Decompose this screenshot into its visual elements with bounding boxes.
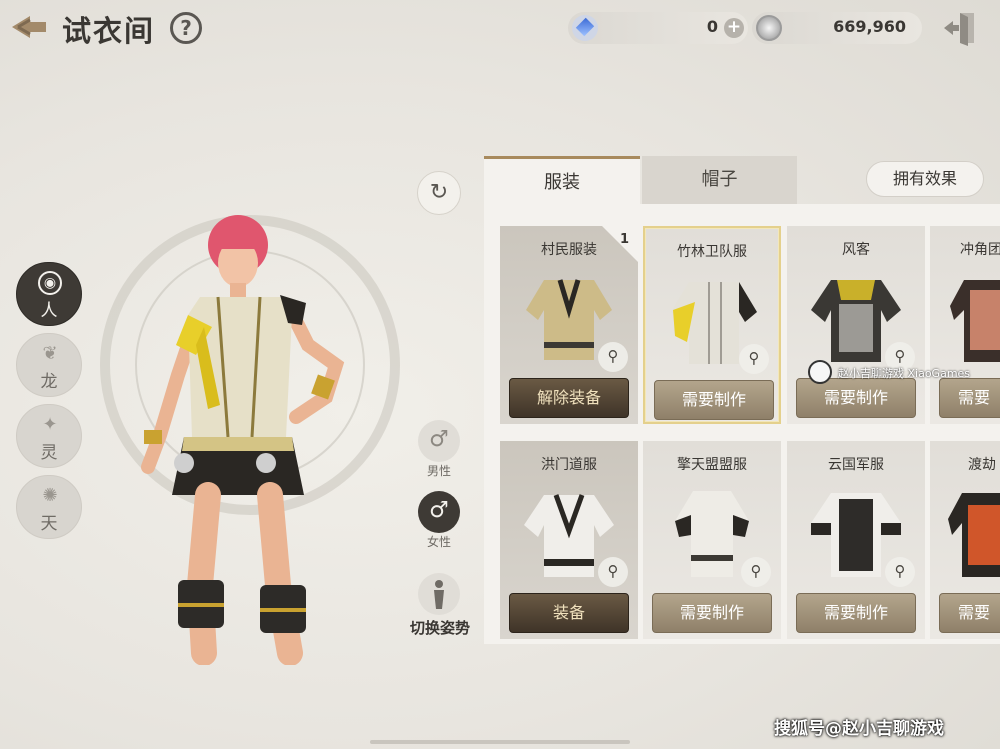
craft-required-button[interactable]: 需要制作 (796, 593, 916, 633)
back-arrow-icon[interactable] (8, 12, 50, 42)
costume-name: 擎天盟盟服 (677, 457, 747, 473)
owned-effects-button[interactable]: 拥有效果 (866, 161, 984, 197)
unequip-button[interactable]: 解除装备 (509, 378, 629, 418)
race-label: 人 (40, 301, 58, 321)
costume-card[interactable]: 1 村民服装 ⚲ 解除装备 (500, 226, 638, 424)
craft-required-button[interactable]: 需要制作 (654, 380, 774, 420)
coin-icon (756, 15, 782, 41)
tab-costume[interactable]: 服装 (484, 156, 640, 204)
race-label: 龙 (40, 372, 58, 392)
female-icon[interactable]: ♂ (418, 491, 460, 533)
female-label: 女性 (426, 535, 451, 549)
costume-card[interactable]: 洪门道服 ⚲ 装备 (500, 441, 638, 639)
costume-card[interactable]: 竹林卫队服 ⚲ 需要制作 (643, 226, 781, 424)
race-label: 灵 (40, 443, 58, 463)
pose-icon[interactable] (418, 573, 460, 615)
rotate-icon[interactable]: ↻ (417, 171, 461, 215)
character-model[interactable] (100, 205, 370, 666)
costume-card[interactable]: 渡劫 需要 (930, 441, 1000, 639)
craft-required-button[interactable]: 需要 (939, 593, 1000, 633)
zoom-icon[interactable]: ⚲ (885, 557, 915, 587)
costume-card[interactable]: 擎天盟盟服 ⚲ 需要制作 (643, 441, 781, 639)
watermark-avatar (808, 360, 832, 384)
race-heaven-button[interactable]: ✺ 天 (16, 475, 82, 539)
home-indicator[interactable] (370, 740, 630, 744)
spirit-race-icon: ✦ (42, 414, 58, 435)
tab-hat[interactable]: 帽子 (642, 156, 797, 204)
exit-door-icon[interactable] (940, 10, 980, 46)
heaven-race-icon: ✺ (42, 485, 58, 506)
costume-name: 竹林卫队服 (677, 244, 747, 260)
watermark-text: 赵小吉聊游戏 XiaoGames (838, 367, 971, 380)
costume-name: 村民服装 (541, 242, 597, 258)
coin-amount: 669,960 (833, 17, 906, 36)
human-race-icon: ◉ (38, 271, 62, 295)
race-label: 天 (40, 514, 58, 534)
costume-image (950, 280, 1000, 362)
zoom-icon[interactable]: ⚲ (598, 342, 628, 372)
costume-name: 渡劫 (968, 457, 996, 473)
gem-icon (572, 15, 598, 41)
craft-required-button[interactable]: 需要 (939, 378, 1000, 418)
costume-card[interactable]: 云国军服 ⚲ 需要制作 (787, 441, 925, 639)
costume-name: 风客 (842, 242, 870, 258)
costume-name: 云国军服 (828, 457, 884, 473)
zoom-icon[interactable]: ⚲ (741, 557, 771, 587)
equip-button[interactable]: 装备 (509, 593, 629, 633)
zoom-icon[interactable]: ⚲ (598, 557, 628, 587)
craft-required-button[interactable]: 需要制作 (796, 378, 916, 418)
costume-name: 洪门道服 (541, 457, 597, 473)
gem-currency: 0 + (568, 12, 748, 44)
craft-required-button[interactable]: 需要制作 (652, 593, 772, 633)
dragon-race-icon: ❦ (42, 343, 58, 364)
costume-card[interactable]: 冲角团 需要 (930, 226, 1000, 424)
costume-card[interactable]: 风客 ⚲ 需要制作 (787, 226, 925, 424)
add-gem-button[interactable]: + (724, 18, 744, 38)
page-title: 试衣间 (62, 14, 156, 48)
top-bar: 试衣间 ? 0 + 669,960 (0, 0, 1000, 54)
help-icon[interactable]: ? (170, 12, 202, 44)
coin-currency: 669,960 (752, 12, 922, 44)
race-spirit-button[interactable]: ✦ 灵 (16, 404, 82, 468)
footer-watermark: 搜狐号@赵小吉聊游戏 (774, 719, 944, 739)
costume-name: 冲角团 (960, 242, 1000, 258)
race-dragon-button[interactable]: ❦ 龙 (16, 333, 82, 397)
race-human-button[interactable]: ◉ 人 (16, 262, 82, 326)
switch-pose-label: 切换姿势 (409, 619, 470, 637)
male-icon[interactable]: ♂ (418, 420, 460, 462)
gem-amount: 0 (706, 17, 718, 36)
male-label: 男性 (426, 464, 451, 478)
zoom-icon[interactable]: ⚲ (739, 344, 769, 374)
costume-image (948, 493, 1000, 577)
